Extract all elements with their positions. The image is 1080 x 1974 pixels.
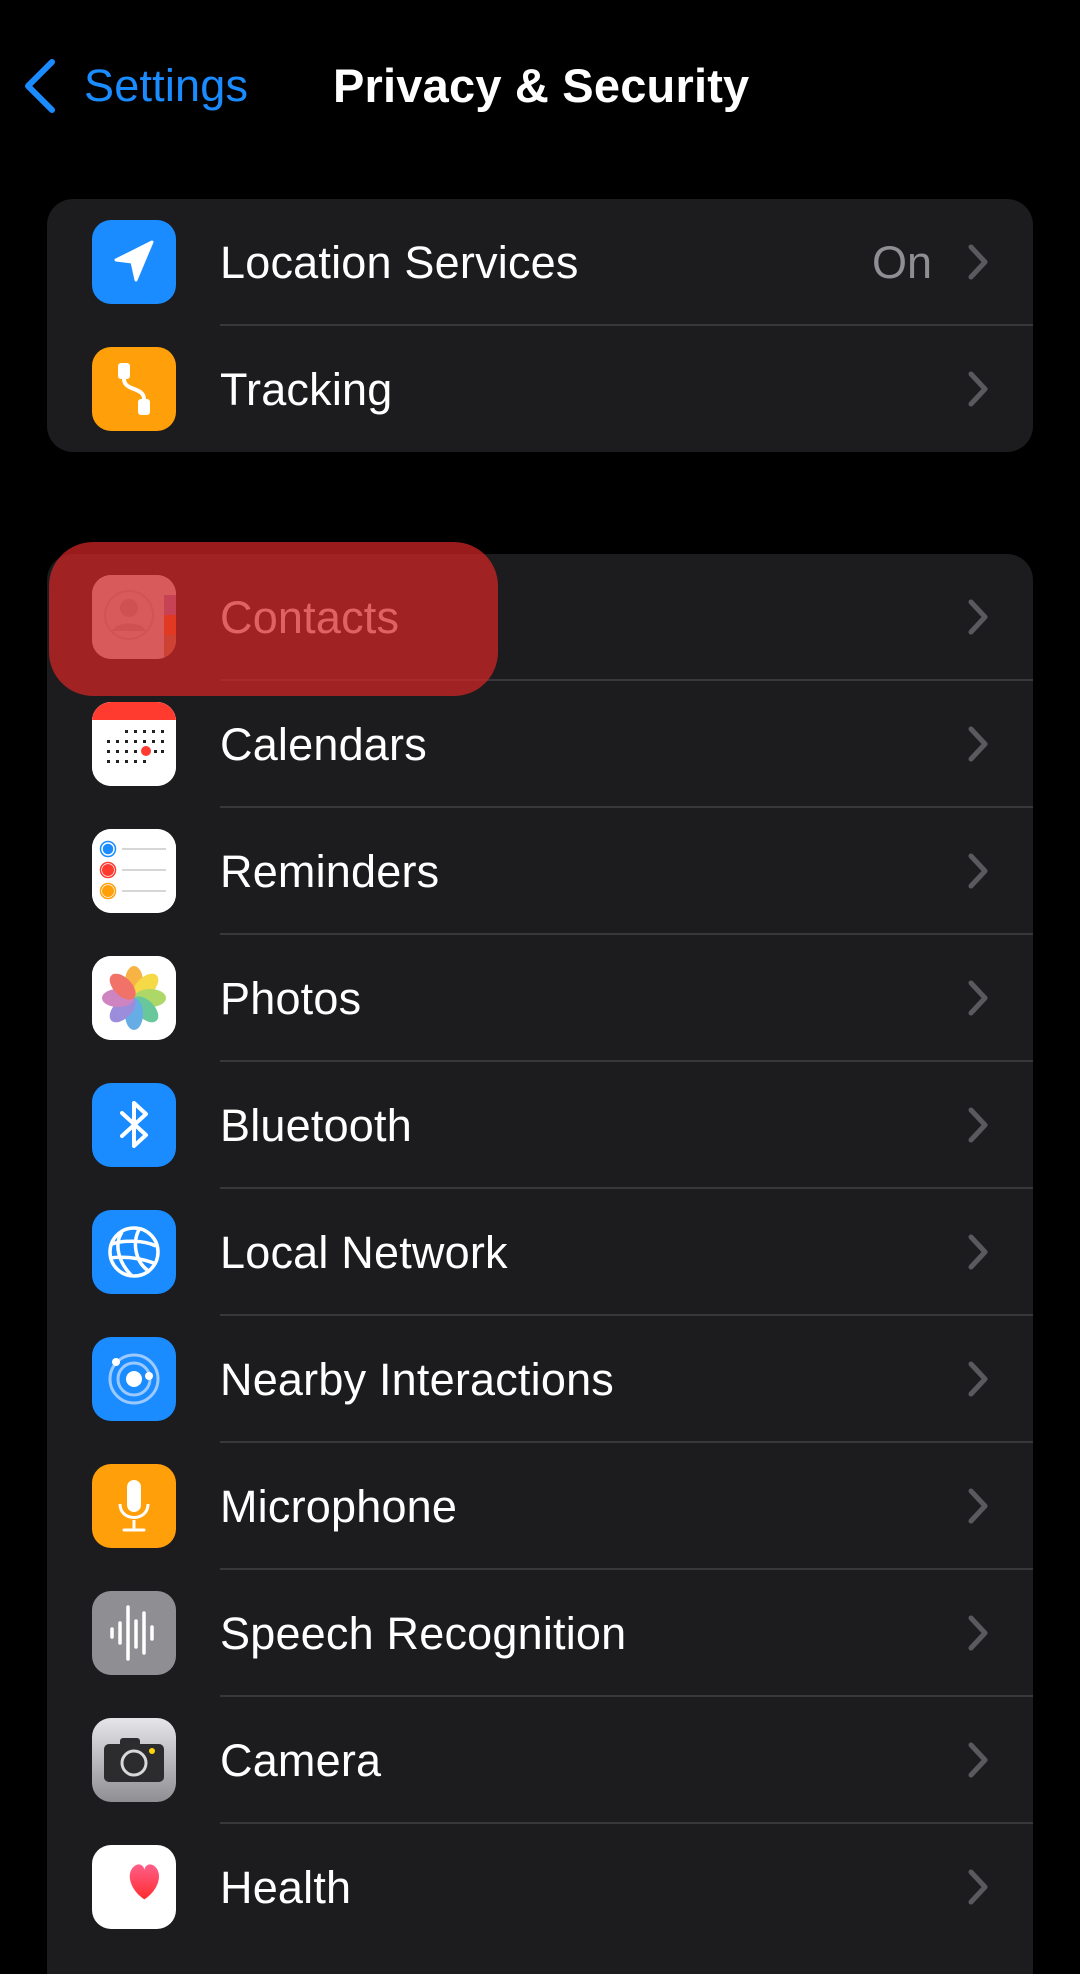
globe-icon	[92, 1210, 176, 1294]
row-label: Contacts	[220, 591, 400, 643]
settings-group-permissions: Contacts Calendars Reminders Photos Blue…	[47, 554, 1033, 1974]
row-label: Calendars	[220, 718, 427, 770]
tracking-icon	[92, 347, 176, 431]
row-label: Reminders	[220, 845, 440, 897]
chevron-right-icon	[968, 1869, 988, 1905]
calendar-icon	[92, 702, 176, 786]
row-label: Location Services	[220, 236, 579, 288]
row-microphone[interactable]: Microphone	[47, 1443, 1033, 1570]
chevron-right-icon	[968, 371, 988, 407]
back-button[interactable]: Settings	[22, 54, 248, 118]
row-speech-recognition[interactable]: Speech Recognition	[47, 1570, 1033, 1697]
chevron-right-icon	[968, 980, 988, 1016]
chevron-right-icon	[968, 244, 988, 280]
page-title: Privacy & Security	[333, 59, 750, 112]
back-button-label: Settings	[84, 60, 249, 111]
row-reminders[interactable]: Reminders	[47, 808, 1033, 935]
row-bluetooth[interactable]: Bluetooth	[47, 1062, 1033, 1189]
row-calendars[interactable]: Calendars	[47, 681, 1033, 808]
camera-icon	[92, 1718, 176, 1802]
row-label: Speech Recognition	[220, 1607, 627, 1659]
chevron-right-icon	[968, 1361, 988, 1397]
row-label: Tracking	[220, 363, 393, 415]
chevron-right-icon	[968, 1234, 988, 1270]
row-value: On	[871, 236, 932, 288]
microphone-icon	[92, 1464, 176, 1548]
row-location-services[interactable]: Location Services On	[47, 199, 1033, 326]
location-arrow-icon	[92, 220, 176, 304]
row-photos[interactable]: Photos	[47, 935, 1033, 1062]
chevron-right-icon	[968, 1107, 988, 1143]
chevron-right-icon	[968, 1488, 988, 1524]
row-tracking[interactable]: Tracking	[47, 326, 1033, 452]
reminders-icon	[92, 829, 176, 913]
chevron-right-icon	[968, 599, 988, 635]
bluetooth-icon	[92, 1083, 176, 1167]
row-camera[interactable]: Camera	[47, 1697, 1033, 1824]
waveform-icon	[92, 1591, 176, 1675]
heart-icon	[92, 1845, 176, 1929]
chevron-right-icon	[968, 853, 988, 889]
nearby-interactions-icon	[92, 1337, 176, 1421]
navigation-bar: Settings Privacy & Security	[0, 0, 1080, 170]
photos-icon	[92, 956, 176, 1040]
row-local-network[interactable]: Local Network	[47, 1189, 1033, 1316]
row-nearby-interactions[interactable]: Nearby Interactions	[47, 1316, 1033, 1443]
row-label: Microphone	[220, 1480, 458, 1532]
contacts-icon	[92, 575, 176, 659]
chevron-right-icon	[968, 726, 988, 762]
row-label: Camera	[220, 1734, 382, 1786]
settings-group-location: Location Services On Tracking	[47, 199, 1033, 452]
row-label: Health	[220, 1861, 352, 1913]
row-contacts[interactable]: Contacts	[47, 554, 1033, 681]
row-label: Local Network	[220, 1226, 508, 1278]
chevron-right-icon	[968, 1615, 988, 1651]
row-label: Photos	[220, 972, 362, 1024]
chevron-right-icon	[968, 1742, 988, 1778]
row-health[interactable]: Health	[47, 1824, 1033, 1951]
row-label: Bluetooth	[220, 1099, 412, 1151]
row-label: Nearby Interactions	[220, 1353, 614, 1405]
chevron-left-icon	[25, 59, 55, 113]
